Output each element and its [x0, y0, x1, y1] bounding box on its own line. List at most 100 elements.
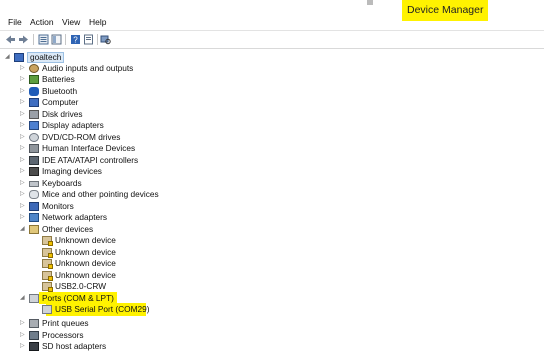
tree-item-batteries[interactable]: ▷ Batteries: [20, 74, 220, 85]
toolbar-separator: [33, 34, 34, 45]
expand-arrow-icon[interactable]: ▷: [20, 189, 28, 200]
tree-item-label: Disk drives: [42, 109, 83, 119]
menu-help[interactable]: Help: [89, 15, 106, 29]
tree-item-computer[interactable]: ▷ Computer: [20, 97, 220, 108]
device-tree: ◢ goaltech ▷ Audio inputs and outputs ▷ …: [0, 50, 544, 355]
network-icon: [29, 213, 39, 222]
help-icon[interactable]: ?: [70, 34, 81, 45]
expand-arrow-icon[interactable]: ▷: [20, 212, 28, 223]
tree-item-label: Batteries: [42, 74, 75, 84]
title-grip: [367, 0, 373, 5]
expand-arrow-icon[interactable]: ▷: [20, 143, 28, 154]
tree-child-unknown-device[interactable]: Unknown device: [33, 258, 233, 269]
tree-child-unknown-device[interactable]: Unknown device: [33, 235, 233, 246]
expand-arrow-icon[interactable]: ▷: [20, 132, 28, 143]
tree-item-ports[interactable]: ◢ Ports (COM & LPT): [20, 293, 220, 304]
forward-arrow-icon[interactable]: [18, 34, 29, 45]
dvd-icon: [29, 133, 39, 142]
tree-item-network[interactable]: ▷ Network adapters: [20, 212, 220, 223]
tree-child-label: Unknown device: [55, 247, 116, 257]
port-icon: [29, 294, 39, 303]
tree-root[interactable]: ◢ goaltech: [5, 52, 115, 63]
toolbar-separator: [65, 34, 66, 45]
collapse-arrow-icon[interactable]: ◢: [5, 52, 13, 63]
tree-item-label: Display adapters: [42, 120, 104, 130]
tree-child-label: Unknown device: [55, 270, 116, 280]
tree-item-label: IDE ATA/ATAPI controllers: [42, 155, 139, 165]
tree-item-display-adapters[interactable]: ▷ Display adapters: [20, 120, 220, 131]
tree-child-unknown-device[interactable]: Unknown device: [33, 270, 233, 281]
tree-item-label: Other devices: [42, 224, 94, 234]
expand-arrow-icon[interactable]: ▷: [20, 63, 28, 74]
menu-file[interactable]: File: [8, 15, 22, 29]
tree-item-label: Imaging devices: [42, 166, 102, 176]
tree-item-label: Network adapters: [42, 212, 108, 222]
bluetooth-icon: [29, 87, 39, 96]
tree-item-audio[interactable]: ▷ Audio inputs and outputs: [20, 63, 220, 74]
collapse-arrow-icon[interactable]: ◢: [20, 224, 28, 235]
display-adapter-icon: [29, 121, 39, 130]
collapse-arrow-icon[interactable]: ◢: [20, 293, 28, 304]
tree-item-mice[interactable]: ▷ Mice and other pointing devices: [20, 189, 220, 200]
properties-icon[interactable]: [38, 34, 49, 45]
computer-icon: [14, 53, 24, 62]
hid-icon: [29, 144, 39, 153]
tree-item-label: SD host adapters: [42, 341, 107, 351]
tree-item-processors[interactable]: ▷ Processors: [20, 330, 220, 341]
tree-item-ide[interactable]: ▷ IDE ATA/ATAPI controllers: [20, 155, 220, 166]
tree-child-usb-serial-port[interactable]: USB Serial Port (COM29): [33, 304, 233, 315]
battery-icon: [29, 75, 39, 84]
mouse-icon: [29, 190, 39, 199]
tree-child-unknown-device[interactable]: Unknown device: [33, 247, 233, 258]
tree-item-other-devices[interactable]: ◢ Other devices: [20, 224, 220, 235]
unknown-device-icon: [42, 271, 53, 281]
computer-icon: [29, 98, 39, 107]
unknown-device-icon: [42, 236, 53, 246]
processor-icon: [29, 331, 39, 340]
expand-arrow-icon[interactable]: ▷: [20, 318, 28, 329]
expand-arrow-icon[interactable]: ▷: [20, 178, 28, 189]
tree-item-label: Print queues: [42, 318, 89, 328]
expand-arrow-icon[interactable]: ▷: [20, 201, 28, 212]
expand-arrow-icon[interactable]: ▷: [20, 155, 28, 166]
tree-item-label: Monitors: [42, 201, 74, 211]
svg-text:?: ?: [73, 36, 78, 45]
warning-icon: [48, 241, 53, 246]
tree-item-label: DVD/CD-ROM drives: [42, 132, 121, 142]
tree-item-hid[interactable]: ▷ Human Interface Devices: [20, 143, 220, 154]
tree-item-keyboards[interactable]: ▷ Keyboards: [20, 178, 220, 189]
expand-arrow-icon[interactable]: ▷: [20, 120, 28, 131]
tree-item-label: Human Interface Devices: [42, 143, 136, 153]
expand-arrow-icon[interactable]: ▷: [20, 166, 28, 177]
tree-item-print-queues[interactable]: ▷ Print queues: [20, 318, 220, 329]
camera-icon: [29, 167, 39, 176]
tree-item-bluetooth[interactable]: ▷ Bluetooth: [20, 86, 220, 97]
menu-bar: File Action View Help: [0, 15, 544, 29]
menu-view[interactable]: View: [62, 15, 80, 29]
tree-item-label: Processors: [42, 330, 84, 340]
toolbar-separator: [97, 34, 98, 45]
back-arrow-icon[interactable]: [5, 34, 16, 45]
tree-item-dvd[interactable]: ▷ DVD/CD-ROM drives: [20, 132, 220, 143]
expand-arrow-icon[interactable]: ▷: [20, 74, 28, 85]
tree-child-label: Unknown device: [55, 258, 116, 268]
scan-hardware-icon[interactable]: [100, 34, 111, 45]
expand-arrow-icon[interactable]: ▷: [20, 341, 28, 352]
tree-item-imaging[interactable]: ▷ Imaging devices: [20, 166, 220, 177]
tree-item-label: Keyboards: [42, 178, 82, 188]
tree-child-label: USB2.0-CRW: [55, 281, 107, 291]
tree-item-monitors[interactable]: ▷ Monitors: [20, 201, 220, 212]
properties-sheet-icon[interactable]: [83, 34, 94, 45]
menu-action[interactable]: Action: [30, 15, 54, 29]
show-hide-console-tree-icon[interactable]: [51, 34, 62, 45]
tree-item-label: Computer: [42, 97, 79, 107]
tree-child-usb-crw[interactable]: USB2.0-CRW: [33, 281, 233, 292]
tree-item-disk-drives[interactable]: ▷ Disk drives: [20, 109, 220, 120]
tree-item-sd-host-adapters[interactable]: ▷ SD host adapters: [20, 341, 220, 352]
expand-arrow-icon[interactable]: ▷: [20, 109, 28, 120]
printer-icon: [29, 319, 39, 328]
expand-arrow-icon[interactable]: ▷: [20, 97, 28, 108]
warning-icon: [48, 264, 53, 269]
expand-arrow-icon[interactable]: ▷: [20, 330, 28, 341]
expand-arrow-icon[interactable]: ▷: [20, 86, 28, 97]
